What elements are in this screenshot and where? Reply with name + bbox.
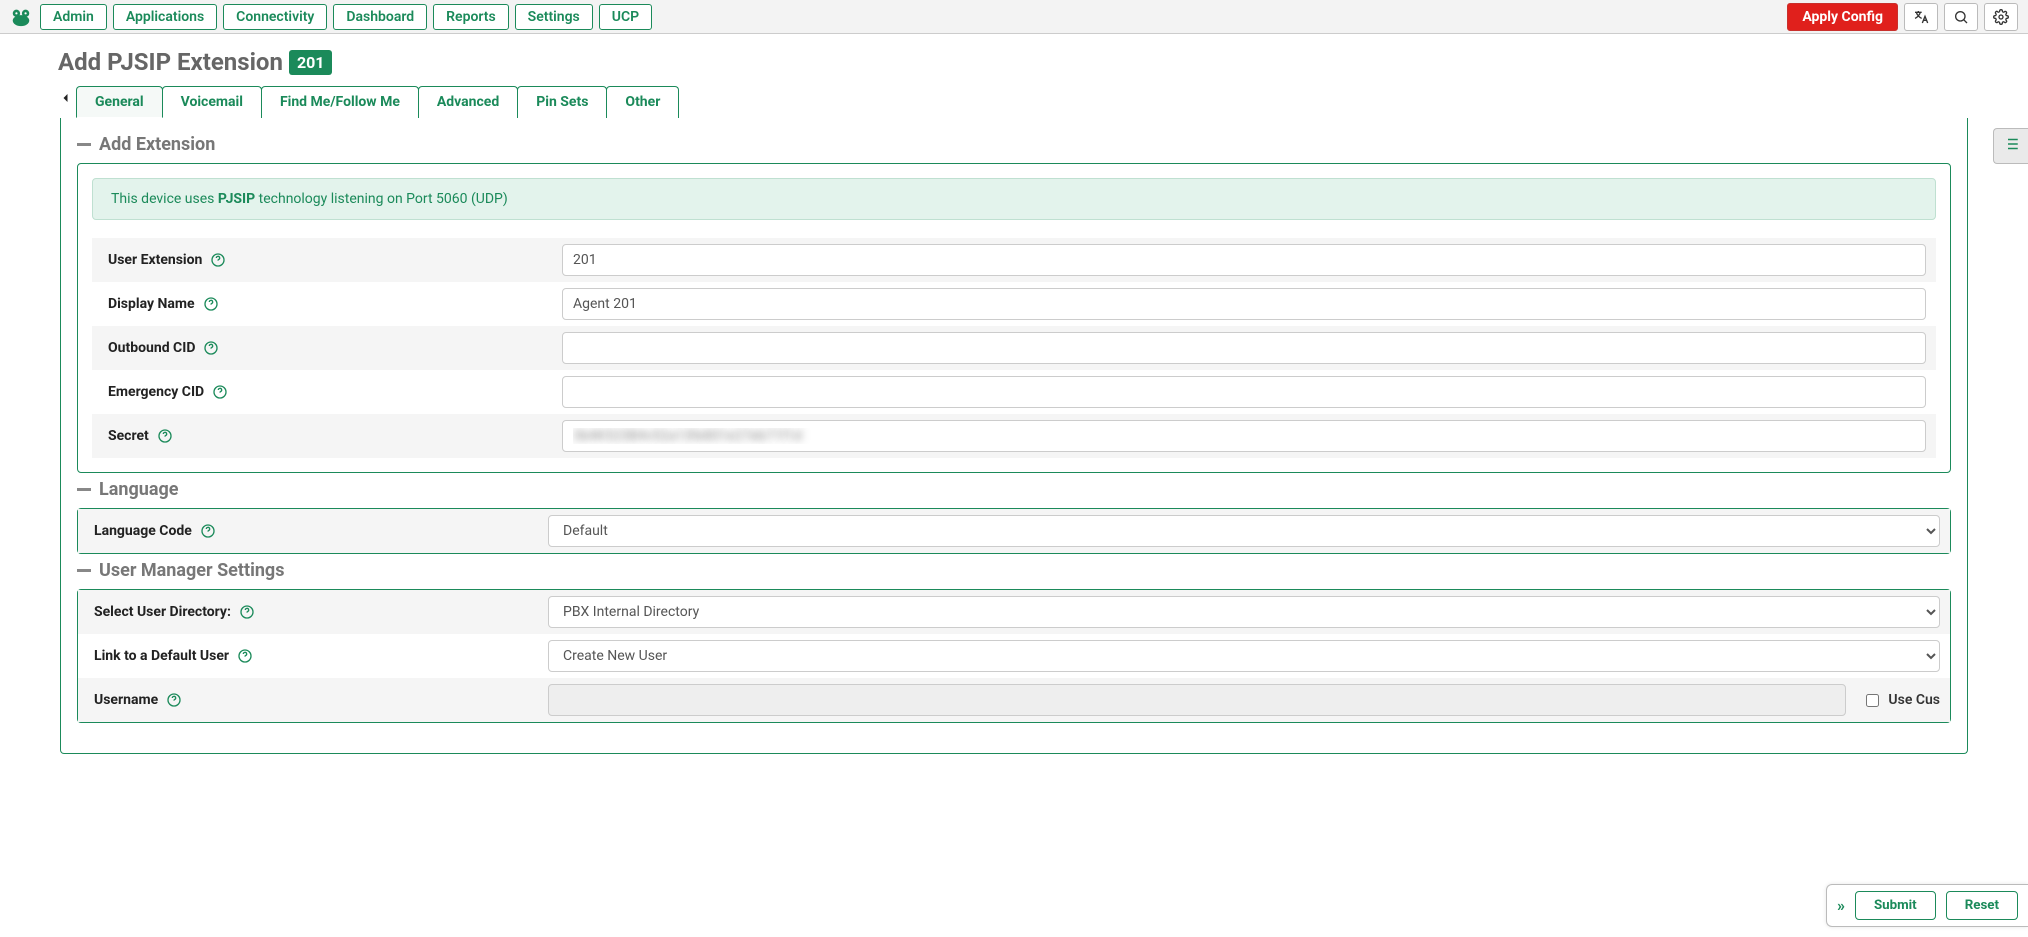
use-custom-username-toggle[interactable]: Use Cus [1862, 691, 1940, 710]
input-outbound-cid[interactable] [562, 332, 1926, 364]
input-emergency-cid[interactable] [562, 376, 1926, 408]
help-icon[interactable] [203, 340, 219, 356]
input-display-name[interactable] [562, 288, 1926, 320]
row-outbound-cid: Outbound CID [92, 326, 1936, 370]
tabs: General Voicemail Find Me/Follow Me Adva… [76, 86, 1968, 118]
help-icon[interactable] [239, 604, 255, 620]
nav-admin[interactable]: Admin [40, 4, 107, 30]
banner-post: technology listening on Port 5060 (UDP) [255, 191, 508, 207]
banner-pre: This device uses [111, 191, 218, 207]
section-user-manager[interactable]: User Manager Settings [77, 560, 1951, 581]
collapse-icon [77, 143, 91, 146]
label-outbound-cid: Outbound CID [108, 340, 195, 356]
submit-button[interactable]: Submit [1855, 891, 1936, 920]
input-username [548, 684, 1846, 716]
row-link-default-user: Link to a Default User Create New User [78, 634, 1950, 678]
label-secret: Secret [108, 428, 149, 444]
page-title: Add PJSIP Extension 201 [58, 48, 1988, 76]
label-username: Username [94, 692, 158, 708]
section-language[interactable]: Language [77, 479, 1951, 500]
input-secret[interactable] [562, 420, 1926, 452]
label-language-code: Language Code [94, 523, 192, 539]
label-link-default-user: Link to a Default User [94, 648, 229, 664]
section-title: User Manager Settings [99, 560, 284, 581]
nav-connectivity[interactable]: Connectivity [223, 4, 327, 30]
gear-icon[interactable] [1984, 3, 2018, 31]
tab-other[interactable]: Other [606, 86, 679, 118]
nav-applications[interactable]: Applications [113, 4, 217, 30]
help-icon[interactable] [237, 648, 253, 664]
row-username: Username Use Cus [78, 678, 1950, 722]
bottom-action-bar: » Submit Reset [1826, 884, 2028, 927]
input-user-extension[interactable] [562, 244, 1926, 276]
row-display-name: Display Name [92, 282, 1936, 326]
help-icon[interactable] [203, 296, 219, 312]
label-emergency-cid: Emergency CID [108, 384, 204, 400]
nav-dashboard[interactable]: Dashboard [333, 4, 427, 30]
row-select-user-directory: Select User Directory: PBX Internal Dire… [78, 590, 1950, 634]
back-chevron-icon[interactable] [60, 90, 72, 111]
section-add-extension[interactable]: Add Extension [77, 134, 1951, 155]
label-user-extension: User Extension [108, 252, 202, 268]
info-banner: This device uses PJSIP technology listen… [92, 178, 1936, 220]
collapse-actions-icon[interactable]: » [1837, 896, 1845, 915]
help-icon[interactable] [166, 692, 182, 708]
top-nav: Admin Applications Connectivity Dashboar… [40, 4, 652, 30]
select-link-default-user[interactable]: Create New User [548, 640, 1940, 672]
section-title: Language [99, 479, 178, 500]
nav-settings[interactable]: Settings [515, 4, 593, 30]
apply-config-button[interactable]: Apply Config [1787, 3, 1898, 31]
nav-ucp[interactable]: UCP [599, 4, 652, 30]
help-icon[interactable] [200, 523, 216, 539]
collapse-icon [77, 569, 91, 572]
app-logo [10, 6, 32, 28]
language-icon[interactable] [1904, 3, 1938, 31]
row-secret: Secret [92, 414, 1936, 458]
extension-badge: 201 [289, 50, 333, 75]
use-custom-label: Use Cus [1888, 692, 1940, 708]
tab-pin-sets[interactable]: Pin Sets [517, 86, 607, 118]
tab-voicemail[interactable]: Voicemail [162, 86, 262, 118]
help-icon[interactable] [157, 428, 173, 444]
tab-find-me[interactable]: Find Me/Follow Me [261, 86, 419, 118]
row-emergency-cid: Emergency CID [92, 370, 1936, 414]
side-list-button[interactable] [1993, 128, 2028, 164]
select-language-code[interactable]: Default [548, 515, 1940, 547]
select-user-directory[interactable]: PBX Internal Directory [548, 596, 1940, 628]
page-title-text: Add PJSIP Extension [58, 48, 283, 76]
top-bar: Admin Applications Connectivity Dashboar… [0, 0, 2028, 34]
row-language-code: Language Code Default [78, 509, 1950, 553]
label-display-name: Display Name [108, 296, 195, 312]
tab-advanced[interactable]: Advanced [418, 86, 518, 118]
checkbox-use-custom[interactable] [1866, 694, 1879, 707]
tab-general[interactable]: General [76, 86, 163, 118]
section-title: Add Extension [99, 134, 215, 155]
help-icon[interactable] [212, 384, 228, 400]
label-select-user-directory: Select User Directory: [94, 604, 231, 620]
reset-button[interactable]: Reset [1946, 891, 2018, 920]
help-icon[interactable] [210, 252, 226, 268]
nav-reports[interactable]: Reports [433, 4, 509, 30]
banner-tech: PJSIP [218, 191, 255, 207]
collapse-icon [77, 488, 91, 491]
search-icon[interactable] [1944, 3, 1978, 31]
row-user-extension: User Extension [92, 238, 1936, 282]
